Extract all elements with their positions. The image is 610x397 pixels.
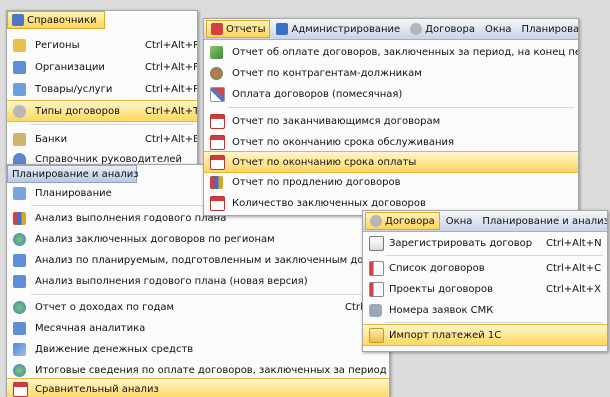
book-icon <box>12 14 24 26</box>
menu-item-debtors-report[interactable]: Отчет по контрагентам-должникам <box>204 63 578 83</box>
menu-item-contract-drafts[interactable]: Проекты договоров Ctrl+Alt+X <box>363 279 607 299</box>
menu-item-income-report[interactable]: Отчет о доходах по годам Ctrl- <box>7 297 389 317</box>
report-icon <box>211 23 223 35</box>
admin-icon <box>276 23 289 35</box>
contracts-icon <box>370 215 382 227</box>
pencil-icon <box>210 45 223 59</box>
planning-icon <box>13 186 26 200</box>
reports-menu: Отчеты Администрирование Договора Окна П… <box>203 18 579 216</box>
contract-types-icon <box>13 104 26 118</box>
globe-icon <box>13 363 26 377</box>
calendar-icon <box>210 154 225 170</box>
planning-menu-title: Планирование и анализ <box>12 168 139 180</box>
separator <box>385 255 603 256</box>
list-icon <box>369 260 384 276</box>
separator <box>385 322 603 323</box>
menu-item-payment-end[interactable]: Отчет по окончанию срока оплаты <box>204 151 578 173</box>
contracts-icon <box>410 23 423 35</box>
import-icon <box>369 327 384 343</box>
menu-item-payment-report[interactable]: Отчет об оплате договоров, заключенных з… <box>204 42 578 62</box>
planning-menu-header[interactable]: Планирование и анализ <box>7 165 139 183</box>
contracts-menubar: Договора Окна Планирование и анализ <box>363 211 607 232</box>
menubar-contracts[interactable]: Договора <box>406 20 479 38</box>
menu-item-contract-types[interactable]: Типы договоров Ctrl+Alt+T <box>7 100 197 122</box>
map-icon <box>13 38 26 52</box>
calendar-icon <box>210 134 225 150</box>
menu-item-regions[interactable]: Регионы Ctrl+Alt+R <box>7 35 197 55</box>
table-icon <box>13 274 26 288</box>
cash-flow-icon <box>13 342 26 356</box>
separator <box>228 107 574 108</box>
menubar-windows[interactable]: Окна <box>442 212 477 230</box>
menu-item-smk-numbers[interactable]: Номера заявок СМК <box>363 300 607 320</box>
calendar-icon <box>210 195 225 211</box>
reference-menu-header[interactable]: Справочники <box>7 11 105 29</box>
menubar-contracts-active[interactable]: Договора <box>365 212 440 230</box>
menu-item-planned-analysis[interactable]: Анализ по планируемым, подготовленным и … <box>7 250 389 270</box>
menu-item-annual-plan-new[interactable]: Анализ выполнения годового плана (новая … <box>7 271 389 291</box>
bank-icon <box>13 132 26 146</box>
menu-item-goods[interactable]: Товары/услуги Ctrl+Alt+P <box>7 79 197 99</box>
menu-item-monthly-payments[interactable]: Оплата договоров (помесячная) <box>204 84 578 104</box>
separator <box>31 294 385 295</box>
menubar-windows[interactable]: Окна <box>481 20 516 38</box>
menubar-planning[interactable]: Планирование <box>518 20 578 38</box>
numbers-icon <box>369 303 382 317</box>
menu-item-register-contract[interactable]: Зарегистрировать договор Ctrl+Alt+N <box>363 233 607 253</box>
globe-icon <box>13 232 26 246</box>
menu-item-comparative-analysis[interactable]: Сравнительный анализ <box>7 378 389 397</box>
menubar-reports[interactable]: Отчеты <box>206 20 271 38</box>
calendar-icon <box>210 113 225 129</box>
menu-item-region-analysis[interactable]: Анализ заключенных договоров по регионам <box>7 229 389 249</box>
calendar-icon <box>13 381 28 397</box>
menu-item-cash-flow[interactable]: Движение денежных средств <box>7 339 389 359</box>
table-icon <box>13 321 26 335</box>
menu-item-monthly-analytics[interactable]: Месячная аналитика <box>7 318 389 338</box>
bar-chart-icon <box>13 211 26 225</box>
register-icon <box>369 235 384 251</box>
organization-icon <box>13 60 26 74</box>
table-icon <box>13 253 26 267</box>
menu-item-ending-contracts[interactable]: Отчет по заканчивающимся договорам <box>204 111 578 131</box>
menu-item-contract-list[interactable]: Список договоров Ctrl+Alt+C <box>363 258 607 278</box>
menubar-administration[interactable]: Администрирование <box>272 20 404 38</box>
menu-item-service-end[interactable]: Отчет по окончанию срока обслуживания <box>204 132 578 152</box>
people-icon <box>210 66 223 80</box>
menu-item-organizations[interactable]: Организации Ctrl+Alt+F <box>7 57 197 77</box>
contracts-menu: Договора Окна Планирование и анализ Заре… <box>362 210 608 352</box>
menu-item-import-payments[interactable]: Импорт платежей 1С <box>363 324 607 346</box>
document-icon <box>369 281 384 297</box>
menu-item-banks[interactable]: Банки Ctrl+Alt+B <box>7 129 197 149</box>
goods-icon <box>13 82 26 96</box>
bar-chart-icon <box>210 175 223 189</box>
menu-item-renewal[interactable]: Отчет по продлению договоров <box>204 172 578 192</box>
reference-menu: Справочники Регионы Ctrl+Alt+R Организац… <box>6 10 198 170</box>
separator <box>31 124 193 125</box>
reference-menu-title: Справочники <box>27 14 97 26</box>
globe-icon <box>13 300 26 314</box>
menu-item-payment-summary[interactable]: Итоговые сведения по оплате договоров, з… <box>7 360 389 380</box>
chart-icon <box>210 86 225 102</box>
menubar-planning-analysis[interactable]: Планирование и анализ <box>478 212 607 230</box>
reports-menubar: Отчеты Администрирование Договора Окна П… <box>204 19 578 40</box>
